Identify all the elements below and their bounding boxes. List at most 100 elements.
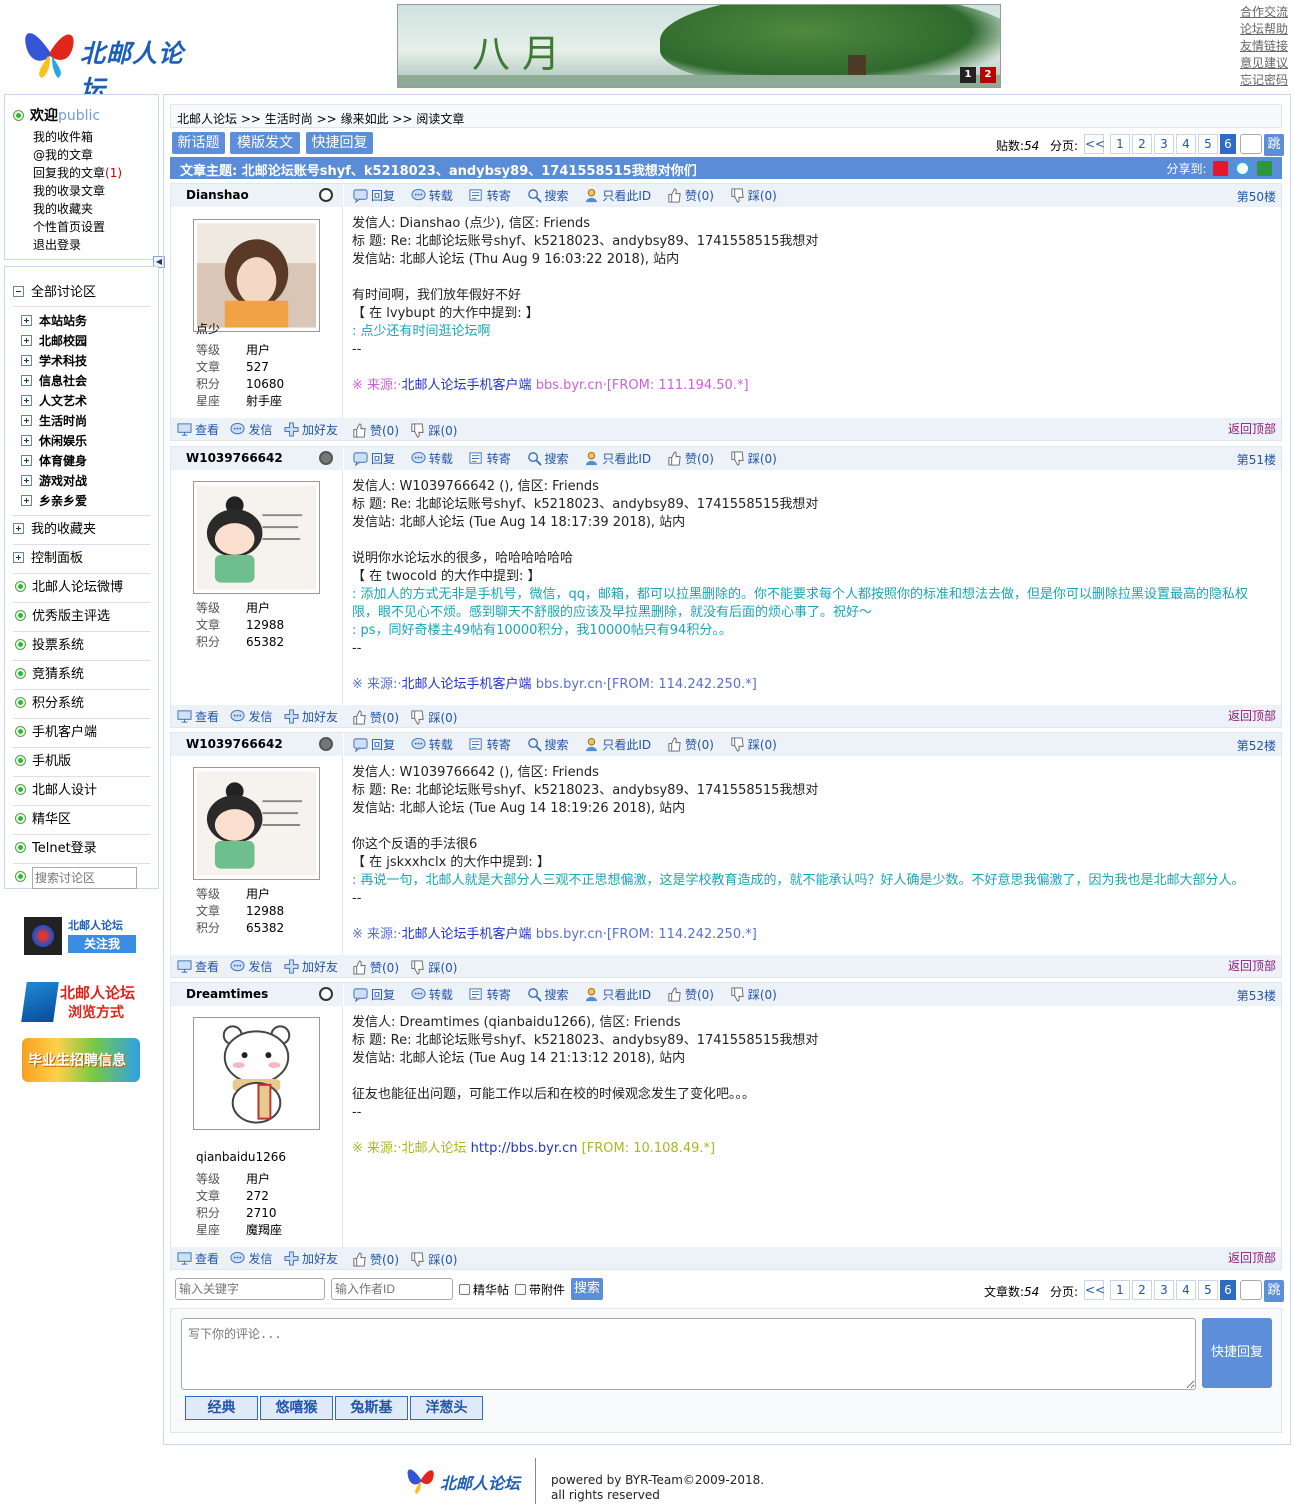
send-message-button[interactable]: 发信 — [230, 959, 272, 974]
page-1[interactable]: 1 — [1110, 1280, 1130, 1300]
section-leisure[interactable]: 休闲娱乐 — [21, 431, 150, 451]
nav-digest[interactable]: 精华区 — [13, 806, 150, 835]
forward-button[interactable]: 转载 — [411, 987, 453, 1002]
page-jump-button[interactable]: 跳 — [1264, 134, 1284, 156]
like-button[interactable]: 赞(0) — [352, 960, 399, 975]
reply-button[interactable]: 回复 — [353, 988, 395, 1002]
menu-homepage-settings[interactable]: 个性首页设置 — [33, 218, 158, 236]
link-cooperation[interactable]: 合作交流 — [1240, 4, 1288, 21]
section-lifestyle[interactable]: 生活时尚 — [21, 411, 150, 431]
back-to-top-link[interactable]: 返回顶部 — [1228, 420, 1276, 437]
page-5[interactable]: 5 — [1198, 134, 1218, 154]
page-jump-input[interactable] — [1240, 134, 1262, 154]
search-button[interactable]: 搜索 — [527, 452, 569, 466]
section-humanities[interactable]: 人文艺术 — [21, 391, 150, 411]
menu-replies[interactable]: 回复我的文章(1) — [33, 164, 158, 182]
post-author[interactable]: Dianshao — [186, 188, 249, 202]
add-friend-button[interactable]: 加好友 — [284, 422, 338, 437]
floor-number[interactable]: 第52楼 — [1237, 737, 1276, 754]
forward-button[interactable]: 转载 — [411, 737, 453, 752]
link-feedback[interactable]: 意见建议 — [1240, 55, 1288, 72]
emotion-tab-classic[interactable]: 经典 — [185, 1396, 258, 1420]
floor-number[interactable]: 第50楼 — [1237, 188, 1276, 205]
search-button[interactable]: 搜索 — [527, 738, 569, 752]
keyword-input[interactable] — [175, 1278, 325, 1300]
floor-number[interactable]: 第53楼 — [1237, 987, 1276, 1004]
dislike-button[interactable]: 踩(0) — [730, 987, 777, 1002]
page-6-current[interactable]: 6 — [1220, 134, 1236, 154]
new-topic-button[interactable]: 新话题 — [172, 132, 225, 154]
like-button[interactable]: 赞(0) — [667, 188, 714, 203]
dislike-button[interactable]: 踩(0) — [410, 423, 457, 438]
emotion-tab-tusiji[interactable]: 兔斯基 — [335, 1396, 408, 1420]
nav-all-sections[interactable]: 全部讨论区 — [13, 281, 150, 307]
section-search-input[interactable] — [32, 866, 137, 889]
crumb-board[interactable]: 缘来如此 — [341, 112, 389, 126]
search-button[interactable]: 搜索 — [527, 988, 569, 1002]
crumb-section[interactable]: 生活时尚 — [265, 112, 313, 126]
top-banner[interactable]: 八月 1 2 — [397, 4, 1001, 88]
back-to-top-link[interactable]: 返回顶部 — [1228, 1249, 1276, 1266]
page-jump-button[interactable]: 跳 — [1264, 1280, 1284, 1302]
page-5[interactable]: 5 — [1198, 1280, 1218, 1300]
page-6-current[interactable]: 6 — [1220, 1280, 1236, 1300]
section-info-society[interactable]: 信息社会 — [21, 371, 150, 391]
section-site-affairs[interactable]: 本站站务 — [21, 311, 150, 331]
link-friends[interactable]: 友情链接 — [1240, 38, 1288, 55]
crumb-home[interactable]: 北邮人论坛 — [177, 112, 237, 126]
section-games[interactable]: 游戏对战 — [21, 471, 150, 491]
nav-telnet[interactable]: Telnet登录 — [13, 835, 150, 864]
nav-vote-system[interactable]: 投票系统 — [13, 632, 150, 661]
reply-button[interactable]: 回复 — [353, 189, 395, 203]
like-button[interactable]: 赞(0) — [667, 987, 714, 1002]
view-profile-button[interactable]: 查看 — [177, 1252, 219, 1266]
dislike-button[interactable]: 踩(0) — [410, 1252, 457, 1267]
weibo-follow-banner[interactable]: 北邮人论坛 关注我 — [24, 915, 140, 957]
quick-reply-submit-button[interactable]: 快捷回复 — [1202, 1318, 1272, 1388]
view-profile-button[interactable]: 查看 — [177, 960, 219, 974]
page-3[interactable]: 3 — [1154, 1280, 1174, 1300]
emotion-tab-youxihou[interactable]: 悠嘻猴 — [260, 1396, 333, 1420]
post-author[interactable]: W1039766642 — [186, 737, 283, 751]
template-post-button[interactable]: 模版发文 — [230, 132, 300, 154]
search-button[interactable]: 搜索 — [527, 189, 569, 203]
nav-control-panel[interactable]: 控制面板 — [13, 545, 150, 574]
add-friend-button[interactable]: 加好友 — [284, 709, 338, 724]
nav-guess-system[interactable]: 竞猜系统 — [13, 661, 150, 690]
like-button[interactable]: 赞(0) — [352, 710, 399, 725]
weibo-share-icon[interactable] — [1213, 161, 1229, 176]
forward-button[interactable]: 转载 — [411, 188, 453, 203]
only-this-id-button[interactable]: 只看此ID — [584, 987, 651, 1002]
only-this-id-button[interactable]: 只看此ID — [584, 451, 651, 466]
avatar[interactable] — [193, 1017, 320, 1130]
emotion-tab-onion[interactable]: 洋葱头 — [410, 1396, 483, 1420]
only-this-id-button[interactable]: 只看此ID — [584, 737, 651, 752]
link-forgot-password[interactable]: 忘记密码 — [1240, 72, 1288, 89]
dislike-button[interactable]: 踩(0) — [410, 710, 457, 725]
dislike-button[interactable]: 踩(0) — [730, 188, 777, 203]
section-campus[interactable]: 北邮校园 — [21, 331, 150, 351]
page-1[interactable]: 1 — [1110, 134, 1130, 154]
add-friend-button[interactable]: 加好友 — [284, 1251, 338, 1266]
mail-forward-button[interactable]: 转寄 — [469, 452, 511, 466]
mail-forward-button[interactable]: 转寄 — [469, 738, 511, 752]
menu-logout[interactable]: 退出登录 — [33, 236, 158, 254]
nav-design[interactable]: 北邮人设计 — [13, 777, 150, 806]
page-prev[interactable]: << — [1084, 134, 1105, 154]
mail-forward-button[interactable]: 转寄 — [469, 189, 511, 203]
floor-number[interactable]: 第51楼 — [1237, 451, 1276, 468]
dislike-button[interactable]: 踩(0) — [410, 960, 457, 975]
douban-share-icon[interactable] — [1257, 161, 1272, 176]
quick-reply-button[interactable]: 快捷回复 — [306, 132, 373, 154]
banner-page-1[interactable]: 1 — [960, 67, 976, 83]
menu-inbox[interactable]: 我的收件箱 — [33, 128, 158, 146]
page-4[interactable]: 4 — [1176, 134, 1196, 154]
nav-points-system[interactable]: 积分系统 — [13, 690, 150, 719]
add-friend-button[interactable]: 加好友 — [284, 959, 338, 974]
comment-textarea[interactable] — [181, 1318, 1196, 1390]
site-logo[interactable]: 北邮人论坛 — [20, 12, 200, 104]
reply-button[interactable]: 回复 — [353, 738, 395, 752]
send-message-button[interactable]: 发信 — [230, 1251, 272, 1266]
send-message-button[interactable]: 发信 — [230, 422, 272, 437]
like-button[interactable]: 赞(0) — [352, 1252, 399, 1267]
